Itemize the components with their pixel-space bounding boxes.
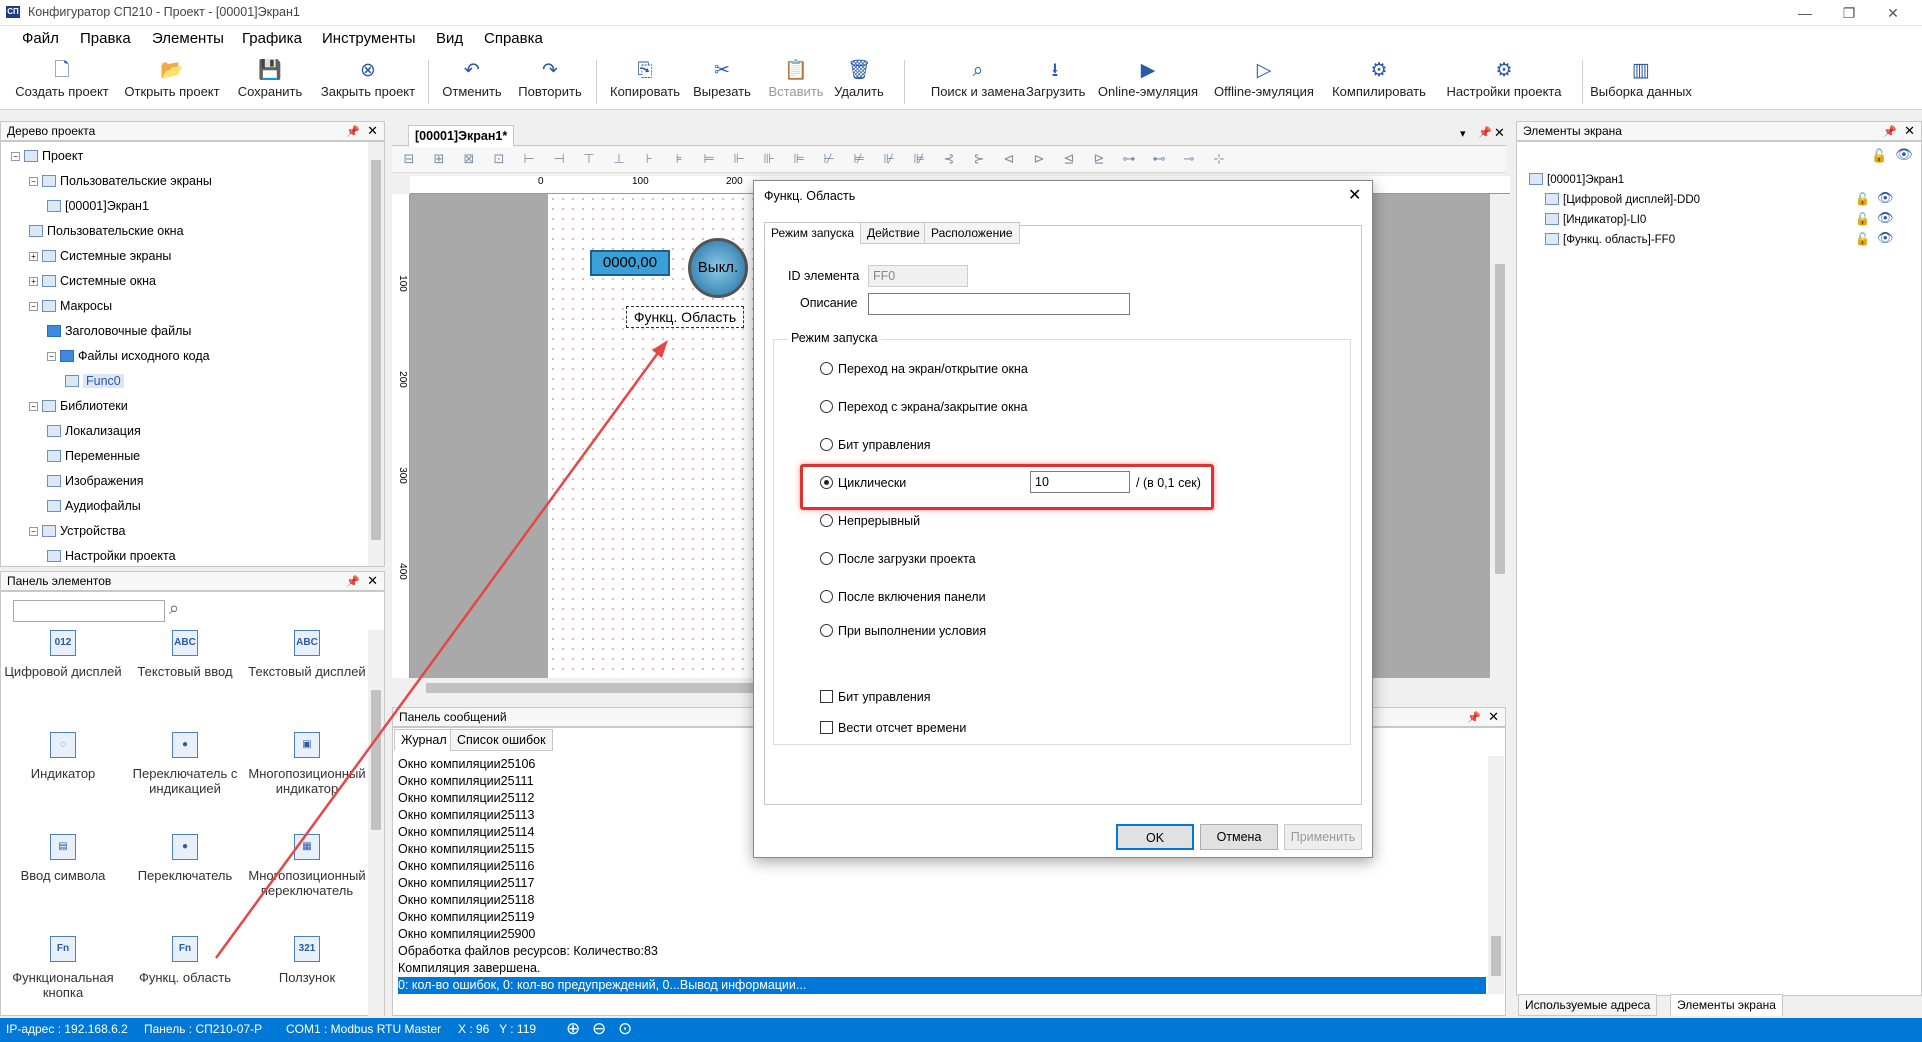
checkbox-control-bit-label: Бит управления <box>838 690 931 704</box>
radio-option[interactable] <box>820 362 833 375</box>
ok-button[interactable]: OK <box>1116 824 1194 850</box>
radio-option[interactable] <box>820 514 833 527</box>
tab-launch-mode[interactable]: Режим запуска <box>764 222 862 244</box>
radio-option-label: После включения панели <box>838 590 986 604</box>
tab-location[interactable]: Расположение <box>924 222 1020 244</box>
radio-option[interactable] <box>820 438 833 451</box>
radio-option-label: Переход на экран/открытие окна <box>838 362 1028 376</box>
checkbox-time-count[interactable] <box>820 721 833 734</box>
checkbox-time-count-label: Вести отсчет времени <box>838 721 967 735</box>
radio-option-label: Непрерывный <box>838 514 921 528</box>
id-field: FF0 <box>868 265 968 287</box>
dialog-close-icon[interactable]: ✕ <box>1348 185 1361 205</box>
cancel-button[interactable]: Отмена <box>1200 824 1278 850</box>
radio-option-label: После загрузки проекта <box>838 552 976 566</box>
highlight-box <box>800 464 1214 510</box>
radio-option-label: При выполнении условия <box>838 624 987 638</box>
radio-option[interactable] <box>820 400 833 413</box>
apply-button: Применить <box>1284 824 1362 850</box>
tab-action[interactable]: Действие <box>860 222 927 244</box>
launch-mode-group-label: Режим запуска <box>788 331 881 345</box>
radio-option[interactable] <box>820 624 833 637</box>
id-label: ID элемента <box>788 269 860 283</box>
desc-label: Описание <box>800 296 858 310</box>
dialog-title: Функц. Область <box>764 189 856 203</box>
radio-option-label: Бит управления <box>838 438 931 452</box>
radio-option-label: Переход с экрана/закрытие окна <box>838 400 1028 414</box>
radio-option[interactable] <box>820 590 833 603</box>
desc-field[interactable] <box>868 293 1130 315</box>
checkbox-control-bit[interactable] <box>820 690 833 703</box>
radio-option[interactable] <box>820 552 833 565</box>
